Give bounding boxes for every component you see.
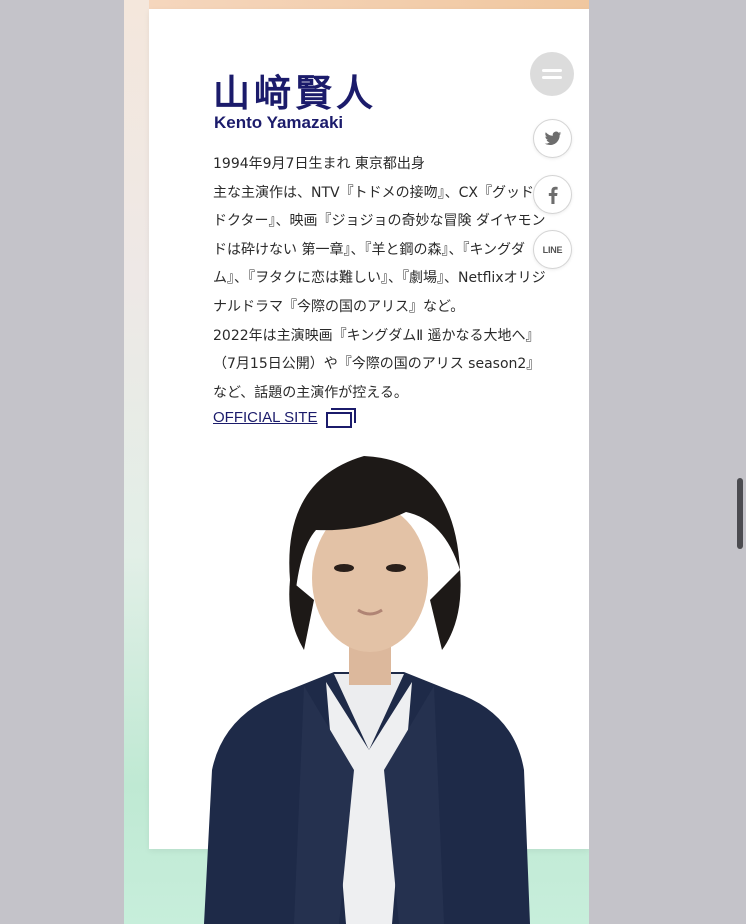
line-label: LINE [542,244,563,255]
menu-icon [542,69,562,79]
scrollbar-thumb[interactable] [737,478,743,549]
menu-button[interactable] [530,52,574,96]
facebook-icon [548,186,558,204]
facebook-share-button[interactable] [533,175,572,214]
twitter-icon [544,131,561,145]
external-window-icon [326,407,357,428]
official-site-link[interactable]: OFFICIAL SITE [213,407,357,428]
bio-works-paragraph: 主な主演作は、NTV『トドメの接吻』、CX『グッド・ドクター』、映画『ジョジョの… [213,184,548,315]
top-accent-bar [149,0,589,9]
line-share-button[interactable]: LINE [533,230,572,269]
bio-2022-paragraph: 2022年は主演映画『キングダムⅡ 遥かなる大地へ』（7月15日公開）や『今際の… [213,327,541,401]
twitter-share-button[interactable] [533,119,572,158]
profile-portrait [204,456,530,924]
official-site-label: OFFICIAL SITE [213,409,318,426]
profile-name-english: Kento Yamazaki [214,113,344,132]
page-viewport: 山﨑賢人 Kento Yamazaki 1994年9月7日生まれ 東京都出身 主… [124,0,589,924]
profile-bio: 1994年9月7日生まれ 東京都出身 主な主演作は、NTV『トドメの接吻』、CX… [213,150,549,407]
profile-name-japanese: 山﨑賢人 [213,71,377,115]
bio-birth-line: 1994年9月7日生まれ 東京都出身 [213,156,425,172]
